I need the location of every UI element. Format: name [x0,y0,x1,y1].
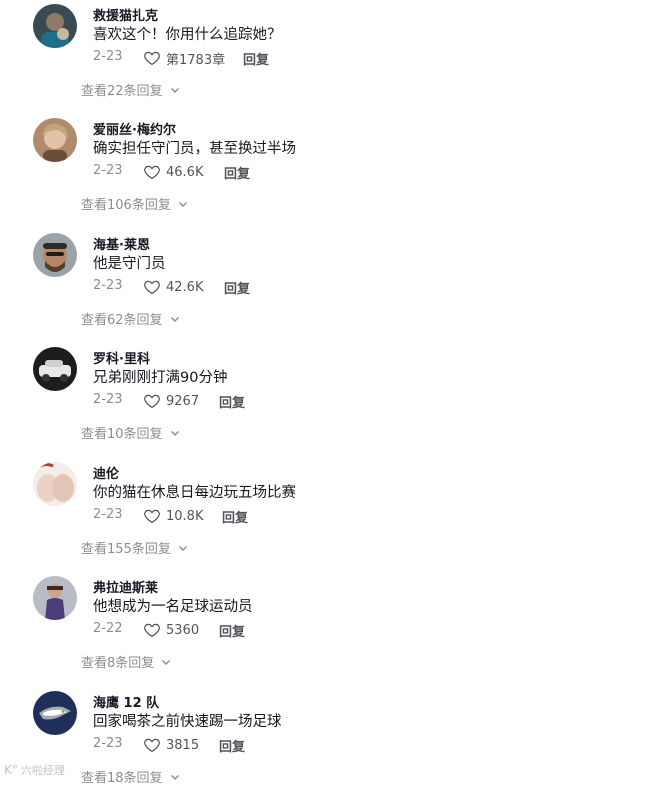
avatar-image-icon [33,118,77,162]
comment-text: 确实担任守门员，甚至换过半场 [93,141,296,157]
avatar-image-icon [33,576,77,620]
avatar[interactable] [33,576,77,620]
like-button[interactable]: 10.8K [143,506,203,526]
comment-text: 喜欢这个！你用什么追踪她？ [93,27,282,43]
comment-date: 2-23 [93,392,123,407]
like-count: 46.6K [166,164,204,180]
comment-text: 他想成为一名足球运动员 [93,599,253,615]
comment-date: 2-22 [93,621,123,636]
comment-date: 2-23 [93,49,123,64]
comment-text: 回家喝茶之前快速踢一场足球 [93,714,282,730]
comment-date: 2-23 [93,163,123,178]
avatar[interactable] [33,691,77,735]
comment-username[interactable]: 迪伦 [93,463,119,482]
heart-icon [144,623,160,638]
avatar[interactable] [33,462,77,506]
comment-date: 2-23 [93,507,123,522]
like-button[interactable]: 42.6K [143,277,203,297]
view-replies-label: 查看8条回复 [81,656,155,671]
avatar[interactable] [33,4,77,48]
like-count: 9267 [166,393,200,409]
chevron-down-icon [162,659,171,665]
chevron-down-icon [170,316,179,322]
comment-date: 2-23 [93,278,123,293]
comment-text: 你的猫在休息日每边玩五场比赛 [93,485,296,501]
heart-icon [144,51,160,66]
comment-date: 2-23 [93,736,123,751]
view-replies-button[interactable]: 查看8条回复 [81,652,172,671]
avatar-image-icon [33,462,77,506]
view-replies-label: 查看10条回复 [81,427,163,442]
like-button[interactable]: 9267 [143,391,199,411]
heart-icon [144,738,160,753]
comment-item: 救援猫扎克 喜欢这个！你用什么追踪她？ 2-23 第1783章 回复 查看22条… [0,0,658,114]
avatar[interactable] [33,347,77,391]
avatar-image-icon [33,4,77,48]
watermark: K° 六啦经理 [4,762,65,778]
reply-button[interactable]: 回复 [222,507,248,526]
view-replies-button[interactable]: 查看155条回复 [81,538,189,557]
view-replies-label: 查看106条回复 [81,198,171,213]
heart-icon [144,509,160,524]
comment-item: 海基·莱恩 他是守门员 2-23 42.6K 回复 查看62条回复 [0,229,658,343]
like-count: 5360 [166,622,200,638]
comment-item: 海鹰 12 队 回家喝茶之前快速踢一场足球 2-23 3815 回复 查看18条… [0,687,658,801]
comment-item: 爱丽丝·梅约尔 确实担任守门员，甚至换过半场 2-23 46.6K 回复 查看1… [0,114,658,228]
watermark-text: 六啦经理 [20,764,65,777]
comment-username[interactable]: 救援猫扎克 [93,5,158,24]
view-replies-label: 查看62条回复 [81,313,163,328]
heart-icon [144,280,160,295]
seahawks-logo-icon [33,691,77,735]
reply-button[interactable]: 回复 [224,278,250,297]
reply-button[interactable]: 回复 [219,736,245,755]
like-button[interactable]: 第1783章 [143,48,225,68]
comment-item: 弗拉迪斯莱 他想成为一名足球运动员 2-22 5360 回复 查看8条回复 [0,572,658,686]
reply-button[interactable]: 回复 [219,621,245,640]
view-replies-button[interactable]: 查看10条回复 [81,423,181,442]
comment-text: 他是守门员 [93,256,166,272]
chevron-down-icon [178,201,187,207]
avatar[interactable] [33,118,77,162]
view-replies-button[interactable]: 查看106条回复 [81,194,189,213]
comment-item: 迪伦 你的猫在休息日每边玩五场比赛 2-23 10.8K 回复 查看155条回复 [0,458,658,572]
view-replies-label: 查看18条回复 [81,771,163,786]
watermark-logo-icon: K° [4,763,18,777]
avatar[interactable] [33,233,77,277]
view-replies-button[interactable]: 查看18条回复 [81,767,181,786]
comment-username[interactable]: 弗拉迪斯莱 [93,577,158,596]
chevron-down-icon [170,430,179,436]
reply-button[interactable]: 回复 [243,49,269,68]
view-replies-button[interactable]: 查看62条回复 [81,309,181,328]
reply-button[interactable]: 回复 [219,392,245,411]
avatar-image-icon [33,233,77,277]
comment-username[interactable]: 罗科·里科 [93,348,150,367]
like-button[interactable]: 3815 [143,735,199,755]
view-replies-button[interactable]: 查看22条回复 [81,80,181,99]
like-count: 3815 [166,737,200,753]
like-count: 10.8K [166,508,204,524]
chevron-down-icon [178,545,187,551]
chevron-down-icon [170,774,179,780]
like-count: 第1783章 [166,52,226,68]
comment-username[interactable]: 爱丽丝·梅约尔 [93,119,176,138]
view-replies-label: 查看22条回复 [81,84,163,99]
comment-username[interactable]: 海鹰 12 队 [93,692,159,711]
avatar-image-icon [33,347,77,391]
like-button[interactable]: 46.6K [143,162,203,182]
comment-text: 兄弟刚刚打满90分钟 [93,370,228,386]
heart-icon [144,165,160,180]
heart-icon [144,394,160,409]
like-button[interactable]: 5360 [143,620,199,640]
view-replies-label: 查看155条回复 [81,542,171,557]
chevron-down-icon [170,87,179,93]
reply-button[interactable]: 回复 [224,163,250,182]
comment-username[interactable]: 海基·莱恩 [93,234,150,253]
comment-item: 罗科·里科 兄弟刚刚打满90分钟 2-23 9267 回复 查看10条回复 [0,343,658,457]
like-count: 42.6K [166,279,204,295]
